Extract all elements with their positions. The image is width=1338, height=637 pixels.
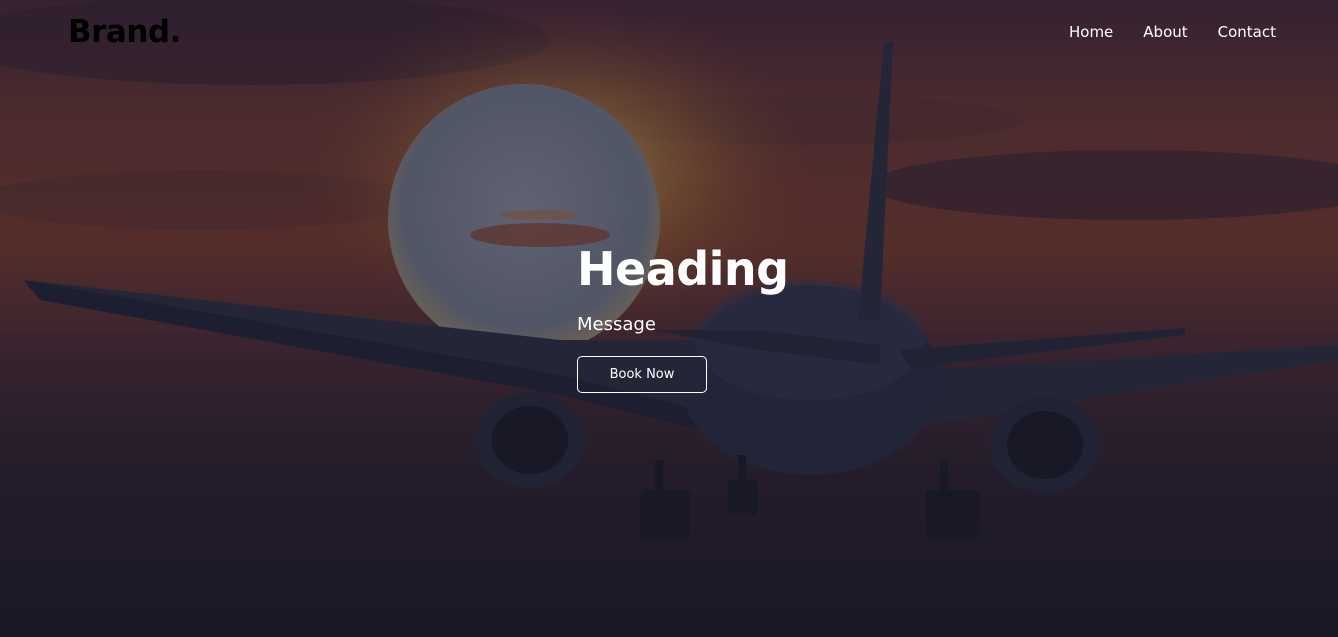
nav-links: Home About Contact	[1069, 22, 1276, 41]
nav-link-contact[interactable]: Contact	[1218, 23, 1276, 41]
nav-item-contact: Contact	[1218, 22, 1276, 41]
hero-content: Heading Message Book Now	[577, 240, 789, 393]
nav-link-home[interactable]: Home	[1069, 23, 1113, 41]
nav-link-about[interactable]: About	[1143, 23, 1187, 41]
nav-item-about: About	[1143, 22, 1187, 41]
navbar: Brand. Home About Contact	[0, 0, 1338, 70]
hero-message: Message	[577, 314, 656, 335]
hero-section: Brand. Home About Contact Heading Messag…	[0, 0, 1338, 637]
nav-item-home: Home	[1069, 22, 1113, 41]
book-now-button[interactable]: Book Now	[577, 356, 707, 393]
brand-logo[interactable]: Brand.	[68, 14, 181, 50]
hero-heading: Heading	[577, 242, 789, 296]
